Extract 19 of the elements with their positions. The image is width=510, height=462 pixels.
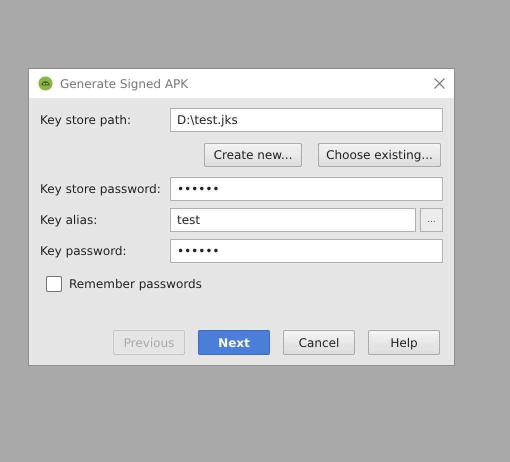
close-icon[interactable] [434,78,445,89]
android-icon [38,76,53,91]
field-label: Key store path: [40,113,132,127]
field-label: Key store password: [40,182,162,196]
browse-button[interactable]: ... [420,208,443,232]
input-field[interactable]: test [170,208,416,232]
input-field[interactable]: •••••• [170,239,443,263]
create-new-button[interactable]: Create new... [204,143,302,167]
dialog-button[interactable]: Help [368,330,440,355]
field-label: Key alias: [40,213,98,227]
field-label: Key password: [40,244,128,258]
checkbox-label: Remember passwords [69,277,202,291]
dialog-button[interactable]: Cancel [283,330,355,355]
dialog-button[interactable]: Next [198,330,270,355]
window-title: Generate Signed APK [60,76,190,90]
choose-existing-button[interactable]: Choose existing... [318,143,441,167]
input-field[interactable]: •••••• [170,177,443,201]
input-field[interactable]: D:\test.jks [170,108,443,132]
checkbox[interactable] [46,276,62,292]
